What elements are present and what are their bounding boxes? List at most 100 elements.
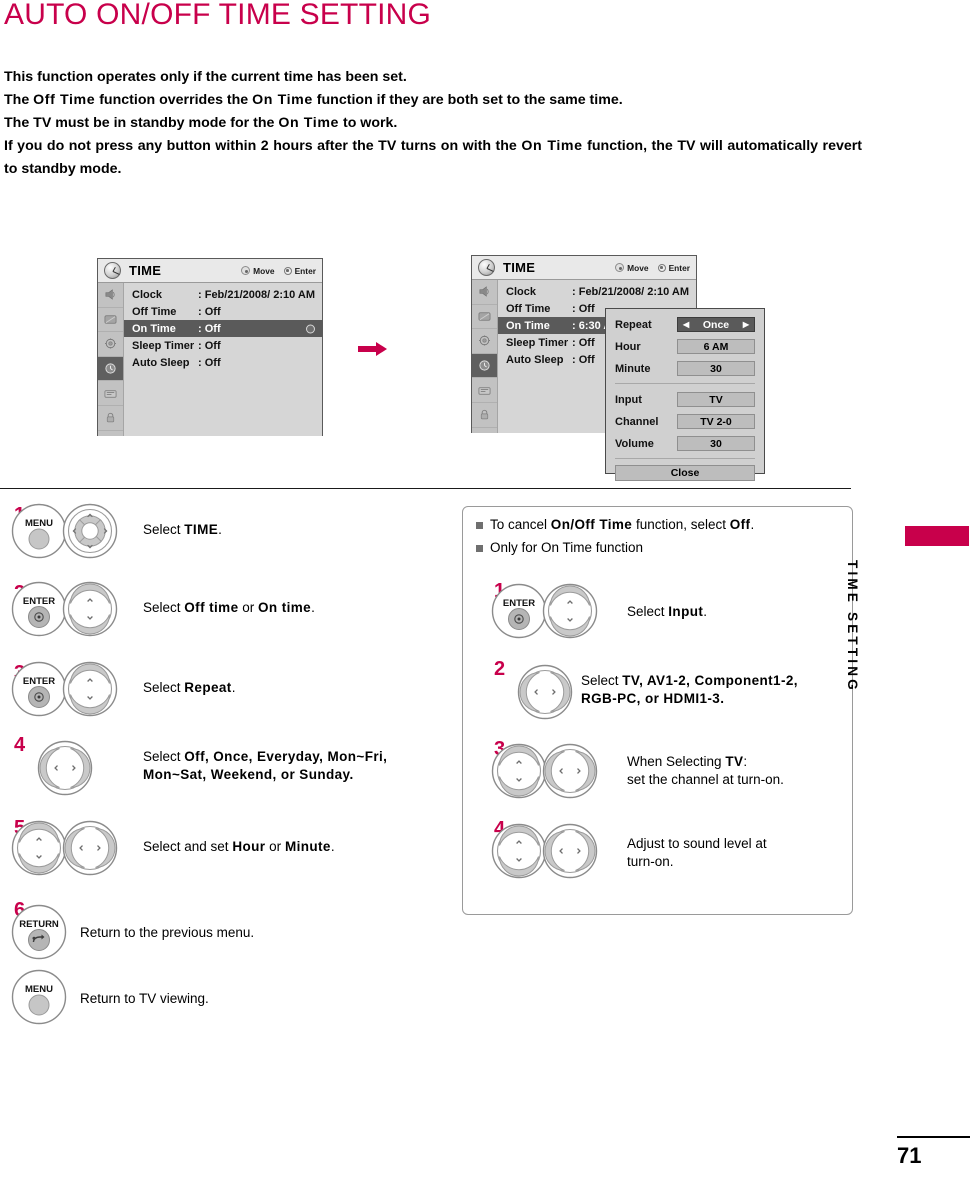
osd-row-off-time[interactable]: Off Time: Off — [124, 303, 322, 320]
nav-updown-icon — [491, 743, 547, 799]
sidebar-item-time[interactable] — [472, 353, 497, 379]
step-instruction: Select TV, AV1-2, Component1-2, RGB-PC, o… — [581, 673, 798, 706]
sidebar-item-channel[interactable] — [472, 378, 497, 403]
osd-row-key: Auto Sleep — [506, 353, 564, 366]
chapter-tab-swatch — [905, 526, 969, 546]
nav-leftright-button[interactable] — [542, 823, 598, 879]
nav-leftright-button[interactable] — [37, 740, 93, 796]
osd-sidebar-2 — [472, 280, 498, 433]
panel-divider-2 — [615, 458, 755, 459]
nav-4way-button[interactable] — [62, 503, 118, 559]
osd-row-key: Sleep Timer — [506, 336, 569, 349]
osd-sidebar — [98, 283, 124, 436]
note-bullet-1: To cancel On/Off Time function, select O… — [476, 517, 754, 532]
step-number: 4 — [14, 734, 26, 756]
sidebar-item-picture[interactable] — [98, 308, 123, 333]
section-divider — [0, 488, 851, 489]
osd-row-key: Off Time — [506, 302, 551, 315]
input-label: Input — [615, 393, 642, 406]
return-button[interactable]: RETURN — [11, 904, 67, 960]
minute-value[interactable]: 30 — [677, 361, 755, 376]
time-clock-icon — [105, 363, 116, 374]
svg-text:ENTER: ENTER — [23, 676, 55, 687]
note-bullet-1-text: To cancel On/Off Time function, select O… — [490, 517, 755, 532]
sidebar-item-setup[interactable] — [98, 332, 123, 357]
step-instruction: Return to the previous menu. — [80, 925, 255, 940]
chevron-right-icon[interactable]: ▶ — [743, 320, 749, 329]
svg-text:MENU: MENU — [25, 984, 53, 995]
svg-text:MENU: MENU — [25, 518, 53, 529]
hour-value[interactable]: 6 AM — [677, 339, 755, 354]
osd-row-key: Sleep Timer — [132, 339, 195, 352]
hint-enter-label: Enter — [294, 265, 316, 276]
nav-leftright-button[interactable] — [517, 664, 573, 720]
osd-body: Clock: Feb/21/2008/ 2:10 AM Off Time: Off… — [98, 283, 322, 436]
osd-row-sleep-timer[interactable]: Sleep Timer: Off — [124, 337, 322, 354]
sidebar-item-lock[interactable] — [472, 403, 497, 428]
menu-button[interactable]: MENU — [11, 503, 67, 559]
step-instruction: Select Input. — [627, 604, 708, 619]
osd-row-key: Auto Sleep — [132, 356, 190, 369]
nav-leftright-icon — [542, 743, 598, 799]
osd-row-key: Off Time — [132, 305, 177, 318]
osd-row-clock[interactable]: Clock: Feb/21/2008/ 2:10 AM — [124, 286, 322, 303]
close-button[interactable]: Close — [615, 465, 755, 481]
nav-updown-icon — [491, 823, 547, 879]
nav-updown-button[interactable] — [491, 823, 547, 879]
svg-text:RETURN: RETURN — [19, 919, 59, 930]
enter-button[interactable]: ENTER — [11, 661, 67, 717]
hint-enter: Enter — [283, 265, 316, 276]
channel-icon — [478, 387, 491, 395]
sidebar-item-setup[interactable] — [472, 329, 497, 354]
enter-button[interactable]: ENTER — [11, 581, 67, 637]
channel-row: Channel TV 2-0 — [615, 412, 755, 431]
osd-row-key: On Time — [506, 319, 550, 332]
volume-value[interactable]: 30 — [677, 436, 755, 451]
nav-updown-button[interactable] — [542, 583, 598, 639]
page-number: 71 — [897, 1143, 922, 1168]
nav-4way-icon — [62, 503, 118, 559]
input-value[interactable]: TV — [677, 392, 755, 407]
enter-icon — [657, 263, 666, 272]
nav-updown-button[interactable] — [11, 820, 67, 876]
osd-hints: Move Enter — [241, 266, 316, 276]
osd-row-clock[interactable]: Clock: Feb/21/2008/ 2:10 AM — [498, 283, 696, 300]
nav-updown-button[interactable] — [491, 743, 547, 799]
note-bullet-2: Only for On Time function — [476, 540, 643, 555]
hint-move-label-2: Move — [627, 262, 649, 273]
input-row: Input TV — [615, 390, 755, 409]
channel-value[interactable]: TV 2-0 — [677, 414, 755, 429]
nav-updown-button[interactable] — [62, 581, 118, 637]
nav-leftright-button[interactable] — [542, 743, 598, 799]
setup-gear-icon — [105, 338, 116, 349]
audio-icon — [479, 286, 489, 298]
nav-leftright-icon — [62, 820, 118, 876]
nav-updown-button[interactable] — [62, 661, 118, 717]
sidebar-item-picture[interactable] — [472, 305, 497, 330]
sidebar-item-channel[interactable] — [98, 381, 123, 406]
picture-icon — [104, 315, 117, 324]
minute-row: Minute 30 — [615, 359, 755, 378]
repeat-row: Repeat ◀ Once ▶ — [615, 315, 755, 334]
enter-button-icon: ENTER — [11, 661, 67, 717]
osd-row-key: Clock — [132, 288, 162, 301]
nav-leftright-button[interactable] — [62, 820, 118, 876]
sidebar-item-audio[interactable] — [98, 283, 123, 308]
osd-row-auto-sleep[interactable]: Auto Sleep: Off — [124, 354, 322, 371]
sidebar-item-time[interactable] — [98, 356, 123, 382]
sidebar-item-lock[interactable] — [98, 406, 123, 431]
enter-button[interactable]: ENTER — [491, 583, 547, 639]
repeat-selector[interactable]: ◀ Once ▶ — [677, 317, 755, 332]
step-number: 2 — [494, 658, 506, 680]
menu-button[interactable]: MENU — [11, 969, 67, 1025]
hint-move-2: Move — [615, 262, 649, 273]
chevron-left-icon[interactable]: ◀ — [683, 320, 689, 329]
osd-row-on-time[interactable]: On Time: Off — [124, 320, 322, 337]
nav-updown-icon — [542, 583, 598, 639]
osd-header: TIME Move Enter — [98, 259, 322, 283]
sidebar-item-audio[interactable] — [472, 280, 497, 305]
audio-icon — [105, 289, 115, 301]
hint-move-label: Move — [253, 265, 275, 276]
step-instruction: Select Off, Once, Everyday, Mon~Fri, Mon~… — [143, 749, 388, 782]
step-instruction: Return to TV viewing. — [80, 991, 209, 1006]
